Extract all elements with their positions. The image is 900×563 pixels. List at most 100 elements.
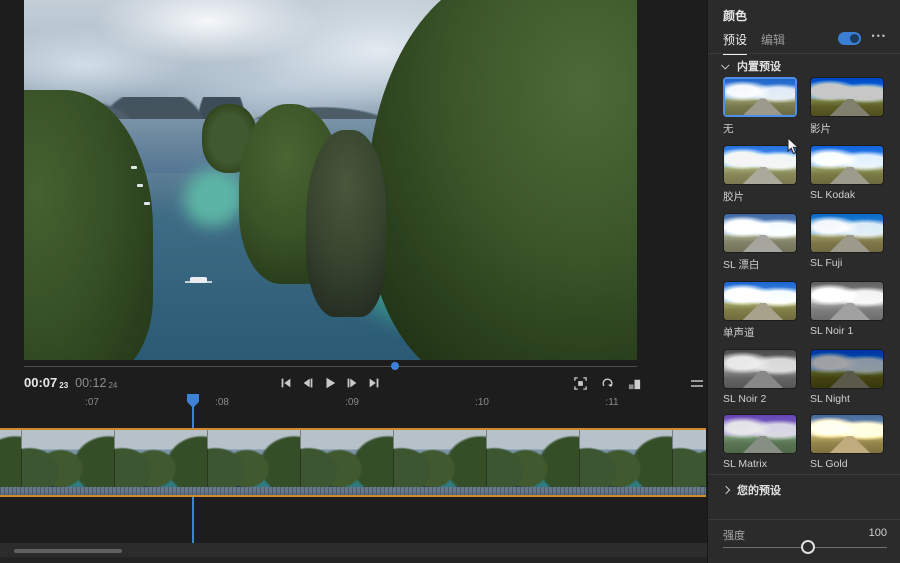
preset-item[interactable]: SL Matrix <box>723 414 797 470</box>
panel-title: 颜色 <box>723 7 747 24</box>
quality-button[interactable] <box>625 374 643 392</box>
preset-item[interactable]: SL 漂白 <box>723 213 797 272</box>
time-ruler[interactable]: :07:08:09:10:11 <box>0 397 707 411</box>
preset-scene <box>724 282 796 320</box>
preset-scene <box>811 415 883 453</box>
timeline-clip[interactable] <box>0 428 706 497</box>
intensity-value: 100 <box>869 527 887 539</box>
divider <box>708 53 900 54</box>
preset-item[interactable]: 影片 <box>810 77 884 136</box>
chevron-right-icon <box>722 486 730 494</box>
your-presets-label: 您的预设 <box>737 482 781 498</box>
clip-audio-strip <box>0 487 706 495</box>
preset-road <box>830 167 870 184</box>
preset-road <box>830 436 870 453</box>
preset-road <box>743 436 783 453</box>
preset-scene <box>811 146 883 184</box>
preset-road <box>743 303 783 320</box>
preset-thumbnail[interactable] <box>810 213 884 253</box>
clip-filmstrip <box>0 430 706 487</box>
tab-edit[interactable]: 编辑 <box>761 31 785 55</box>
clip-thumbnail <box>22 430 115 487</box>
preset-thumbnail[interactable] <box>723 77 797 117</box>
preset-item[interactable]: 胶片 <box>723 145 797 204</box>
preset-item[interactable]: SL Noir 2 <box>723 349 797 405</box>
preset-thumbnail[interactable] <box>810 349 884 389</box>
preset-item[interactable]: SL Kodak <box>810 145 884 204</box>
clip-thumbnail <box>394 430 487 487</box>
builtin-presets-header[interactable]: 内置预设 <box>723 58 781 74</box>
preset-scene <box>724 415 796 453</box>
preview-scrub-handle[interactable] <box>391 362 399 370</box>
color-effect-toggle[interactable] <box>838 32 861 45</box>
clip-thumbnail <box>208 430 301 487</box>
preset-scene <box>724 350 796 388</box>
preset-thumbnail[interactable] <box>723 414 797 454</box>
preset-scene <box>811 214 883 252</box>
tab-presets[interactable]: 预设 <box>723 31 747 55</box>
preview-right-cliff <box>367 0 637 360</box>
fullscreen-button[interactable] <box>571 374 589 392</box>
timeline-scrollbar[interactable] <box>0 543 707 557</box>
preset-label: 胶片 <box>723 189 797 204</box>
frame-forward-button[interactable] <box>342 373 362 393</box>
preset-item[interactable]: 单声道 <box>723 281 797 340</box>
preset-thumbnail[interactable] <box>810 77 884 117</box>
preset-item[interactable]: 无 <box>723 77 797 136</box>
timecode-display: 00:072300:1224 <box>24 375 117 390</box>
ruler-tick: :10 <box>475 397 489 408</box>
skip-to-start-button[interactable] <box>276 373 296 393</box>
viewer-tools <box>571 374 643 392</box>
preset-road <box>830 99 870 116</box>
preset-thumbnail[interactable] <box>810 414 884 454</box>
app-root: 00:072300:1224 <box>0 0 900 563</box>
frame-back-icon <box>301 376 315 390</box>
panel-tabs: 预设 编辑 <box>723 31 785 55</box>
clip-thumbnail <box>0 430 22 487</box>
preset-thumbnail[interactable] <box>810 281 884 321</box>
panel-more-icon[interactable]: ••• <box>872 31 887 41</box>
preset-thumbnail[interactable] <box>723 281 797 321</box>
preset-item[interactable]: SL Fuji <box>810 213 884 272</box>
clip-thumbnail <box>115 430 208 487</box>
intensity-slider-knob[interactable] <box>801 540 815 554</box>
skip-to-end-button[interactable] <box>364 373 384 393</box>
preset-label: SL Noir 1 <box>810 325 884 337</box>
preset-thumbnail[interactable] <box>723 145 797 185</box>
preset-item[interactable]: SL Noir 1 <box>810 281 884 340</box>
timeline-menu-button[interactable] <box>691 380 703 390</box>
loop-icon <box>600 376 615 391</box>
total-time: 00:12 <box>75 376 106 390</box>
bottom-strip <box>0 557 707 563</box>
preset-label: SL Noir 2 <box>723 393 797 405</box>
frame-forward-icon <box>345 376 359 390</box>
preview-small-boat <box>131 166 137 169</box>
loop-button[interactable] <box>598 374 616 392</box>
preview-dark-pinnacle <box>306 130 386 317</box>
color-panel: 颜色 预设 编辑 ••• 内置预设 无 影片 <box>707 0 900 563</box>
preset-road <box>830 371 870 388</box>
quality-icon <box>627 376 642 391</box>
preset-thumbnail[interactable] <box>723 349 797 389</box>
preset-road <box>743 235 783 252</box>
preset-road <box>830 235 870 252</box>
your-presets-header[interactable]: 您的预设 <box>723 482 781 498</box>
divider <box>708 474 900 475</box>
preset-item[interactable]: SL Gold <box>810 414 884 470</box>
video-preview[interactable] <box>24 0 637 360</box>
preset-label: SL Night <box>810 393 884 405</box>
preset-road <box>743 167 783 184</box>
preset-thumbnail[interactable] <box>723 213 797 253</box>
clip-thumbnail <box>487 430 580 487</box>
preview-small-boat <box>137 184 143 187</box>
play-button[interactable] <box>320 373 340 393</box>
preset-label: SL Kodak <box>810 189 884 201</box>
preset-thumbnail[interactable] <box>810 145 884 185</box>
ruler-tick: :09 <box>345 397 359 408</box>
timeline-scrollbar-thumb[interactable] <box>14 549 122 553</box>
play-icon <box>323 376 337 390</box>
preview-scrub-track[interactable] <box>24 366 637 367</box>
preset-item[interactable]: SL Night <box>810 349 884 405</box>
frame-back-button[interactable] <box>298 373 318 393</box>
current-frames: 23 <box>59 381 68 390</box>
